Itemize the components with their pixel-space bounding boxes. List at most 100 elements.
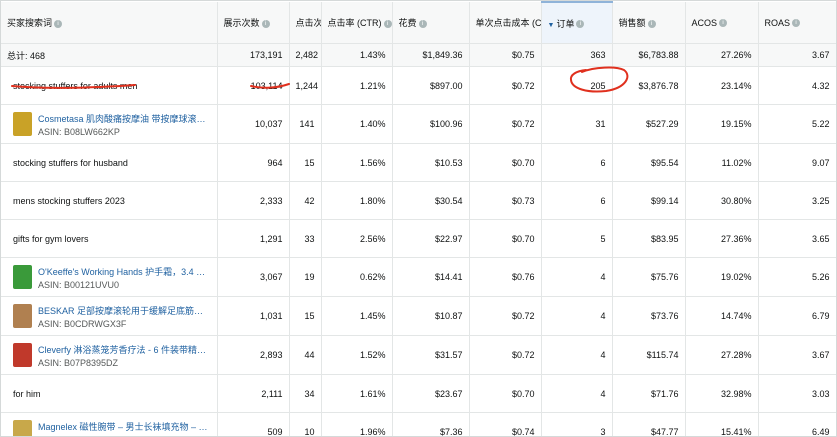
product-info: O'Keeffe's Working Hands 护手霜，3.4 盎司（...A…: [38, 265, 208, 290]
column-header-label: 点击次数: [295, 18, 321, 28]
column-header-spend[interactable]: 花费 i: [392, 2, 470, 44]
clicks-cell: 34: [289, 374, 322, 413]
column-header-orders[interactable]: ▼ 订单 i: [541, 1, 613, 44]
column-header-ctr[interactable]: 点击率 (CTR) i: [321, 2, 393, 44]
product-info: Cosmetasa 肌肉酸痛按摩油 带按摩球滚轮 – 山金车...ASIN: B…: [38, 112, 208, 137]
spend-cell: $897.00: [392, 66, 470, 105]
roas-cell: 4.32: [758, 66, 836, 105]
column-header-label: ROAS: [764, 17, 791, 28]
totals-row: 总计: 468 173,191 2,482 1.43% $1,849.36 $0.75 36…: [1, 43, 836, 67]
impressions-cell: 2,333: [217, 181, 290, 220]
ctr-cell: 1.61%: [321, 374, 393, 413]
search-term-cell: Magnelex 磁性腕带 – 男士长袜填充物 – 均码适...ASIN: B0…: [1, 412, 218, 437]
clicks-cell: 19: [289, 257, 322, 297]
total-acos: 27.26%: [685, 43, 759, 67]
total-cpc: $0.75: [469, 43, 542, 67]
impressions-cell: 964: [217, 143, 290, 182]
cpc-cell: $0.72: [469, 66, 542, 105]
orders-cell: 4: [541, 257, 613, 297]
help-icon[interactable]: i: [576, 20, 585, 29]
acos-cell: 19.02%: [685, 257, 759, 297]
help-icon[interactable]: i: [647, 19, 656, 28]
sales-cell: $99.14: [612, 181, 686, 220]
roas-cell: 5.22: [758, 104, 836, 144]
sales-cell: $73.76: [612, 296, 686, 336]
product-info: Magnelex 磁性腕带 – 男士长袜填充物 – 均码适...ASIN: B0…: [38, 420, 208, 437]
roas-cell: 3.03: [758, 374, 836, 413]
sales-cell: $3,876.78: [612, 66, 686, 105]
orders-cell: 6: [541, 143, 613, 182]
product-asin: ASIN: B08LW662KP: [38, 126, 120, 137]
sort-desc-icon[interactable]: ▼: [548, 22, 555, 29]
column-header-sales[interactable]: 销售额 i: [612, 2, 686, 44]
product-title-link[interactable]: Cosmetasa 肌肉酸痛按摩油 带按摩球滚轮 – 山金车...: [38, 112, 208, 125]
help-icon[interactable]: i: [54, 19, 63, 28]
help-icon[interactable]: i: [261, 19, 270, 28]
ctr-cell: 0.62%: [321, 257, 393, 297]
column-header-label: 销售额: [618, 18, 646, 28]
column-header-roas[interactable]: ROAS i: [758, 2, 836, 44]
roas-cell: 3.65: [758, 219, 836, 258]
help-icon[interactable]: i: [383, 19, 391, 28]
clicks-cell: 10: [289, 412, 322, 436]
sales-cell: $83.95: [612, 219, 686, 258]
product-thumbnail[interactable]: [13, 343, 32, 367]
roas-cell: 6.79: [758, 296, 836, 336]
column-header-cpc[interactable]: 单次点击成本 (CPC): [469, 2, 542, 44]
acos-cell: 14.74%: [685, 296, 759, 336]
orders-cell: 31: [541, 104, 613, 144]
roas-cell: 6.49: [758, 412, 836, 436]
keyword-row: gifts for gym lovers 1,291 33 2.56% $22.97 $0…: [1, 219, 836, 258]
column-header-label: ACOS: [691, 17, 718, 28]
product-thumbnail[interactable]: [13, 112, 32, 136]
total-impressions: 173,191: [217, 43, 290, 67]
total-search-term: 总计: 468: [1, 43, 218, 67]
impressions-cell: 1,031: [217, 296, 290, 336]
table-header-row: 买家搜索词i展示次数i 点击次数点击率 (CTR)i花费i单次点击成本 (CPC)…: [1, 1, 836, 44]
product-target: BESKAR 足部按摩滚轮用于缓解足底筋膜炎,足部...ASIN: B0CDRW…: [13, 304, 211, 329]
product-target: Magnelex 磁性腕带 – 男士长袜填充物 – 均码适...ASIN: B0…: [13, 420, 211, 437]
cpc-cell: $0.70: [469, 219, 542, 258]
impressions-cell: 103,114: [217, 66, 290, 105]
product-info: BESKAR 足部按摩滚轮用于缓解足底筋膜炎,足部...ASIN: B0CDRW…: [38, 304, 208, 329]
search-term-cell: Cleverfy 淋浴蒸笼芳香疗法 - 6 件装带精油的淋...ASIN: B0…: [1, 335, 218, 375]
total-roas: 3.67: [758, 43, 836, 67]
search-term-cell: stocking stuffers for adults men: [1, 66, 218, 105]
product-title-link[interactable]: Cleverfy 淋浴蒸笼芳香疗法 - 6 件装带精油的淋...: [38, 343, 208, 356]
search-term-text: stocking stuffers for husband: [13, 157, 128, 168]
acos-cell: 11.02%: [685, 143, 759, 182]
help-icon[interactable]: i: [719, 19, 728, 28]
keyword-row: for him 2,111 34 1.61% $23.67 $0.70 4 $71.76 32.…: [1, 374, 836, 413]
ctr-cell: 1.80%: [321, 181, 393, 220]
spend-cell: $10.53: [392, 143, 470, 182]
total-spend: $1,849.36: [392, 43, 470, 67]
column-header-label: 订单: [556, 18, 575, 29]
product-row: Cosmetasa 肌肉酸痛按摩油 带按摩球滚轮 – 山金车...ASIN: B…: [1, 104, 836, 144]
search-term-report: 买家搜索词i展示次数i 点击次数点击率 (CTR)i花费i单次点击成本 (CPC)…: [0, 0, 837, 437]
column-header-clicks[interactable]: 点击次数: [289, 2, 322, 44]
spend-cell: $31.57: [392, 335, 470, 375]
product-target: Cleverfy 淋浴蒸笼芳香疗法 - 6 件装带精油的淋...ASIN: B0…: [13, 343, 211, 368]
product-thumbnail[interactable]: [13, 304, 32, 328]
search-term-cell: for him: [1, 374, 218, 413]
search-term-cell: stocking stuffers for husband: [1, 143, 218, 182]
product-row: BESKAR 足部按摩滚轮用于缓解足底筋膜炎,足部...ASIN: B0CDRW…: [1, 296, 836, 336]
cpc-cell: $0.70: [469, 374, 542, 413]
orders-cell: 4: [541, 296, 613, 336]
help-icon[interactable]: i: [418, 19, 427, 28]
product-title-link[interactable]: BESKAR 足部按摩滚轮用于缓解足底筋膜炎,足部...: [38, 304, 208, 317]
product-thumbnail[interactable]: [13, 265, 32, 289]
clicks-cell: 1,244: [289, 66, 322, 105]
product-title-link[interactable]: O'Keeffe's Working Hands 护手霜，3.4 盎司（...: [38, 265, 208, 278]
cpc-cell: $0.72: [469, 296, 542, 336]
product-thumbnail[interactable]: [13, 420, 32, 436]
sales-cell: $71.76: [612, 374, 686, 413]
clicks-cell: 33: [289, 219, 322, 258]
product-title-link[interactable]: Magnelex 磁性腕带 – 男士长袜填充物 – 均码适...: [38, 420, 208, 433]
search-term-cell: Cosmetasa 肌肉酸痛按摩油 带按摩球滚轮 – 山金车...ASIN: B…: [1, 104, 218, 144]
column-header-acos[interactable]: ACOS i: [685, 2, 759, 44]
ctr-cell: 1.56%: [321, 143, 393, 182]
column-header-search-term[interactable]: 买家搜索词 i: [1, 2, 218, 44]
column-header-impressions[interactable]: 展示次数 i: [217, 2, 290, 44]
help-icon[interactable]: i: [792, 19, 801, 28]
